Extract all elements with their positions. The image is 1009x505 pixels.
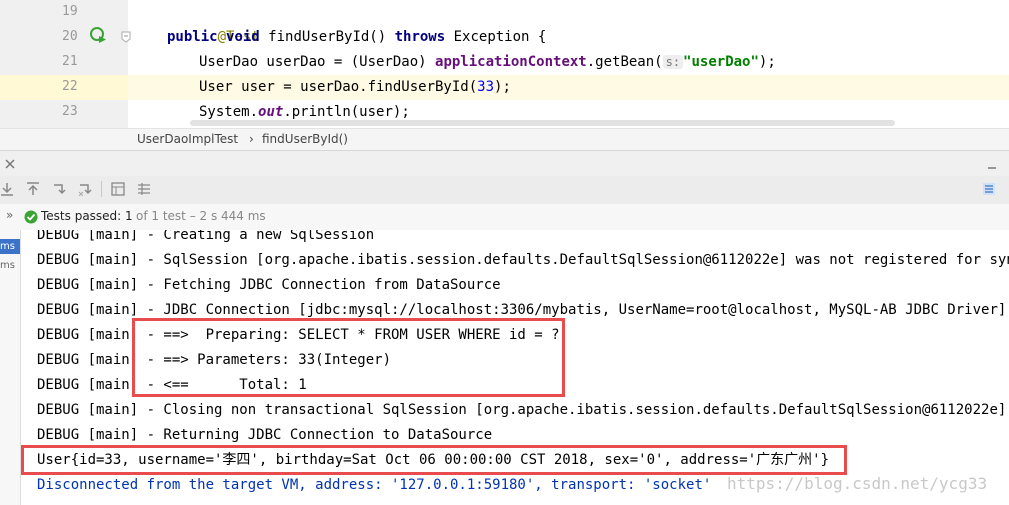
- console-line: DEBUG [main] - Fetching JDBC Connection …: [37, 277, 501, 293]
- run-test-icon[interactable]: [89, 26, 107, 44]
- minimize-icon[interactable]: [986, 158, 998, 170]
- static-field: out: [258, 104, 284, 120]
- breadcrumb-method[interactable]: findUserById(): [262, 132, 348, 146]
- tests-detail: of 1 test – 2 s 444 ms: [136, 209, 266, 223]
- console-line: DEBUG [main] - Creating a new SqlSession: [37, 230, 375, 243]
- close-icon[interactable]: [5, 159, 15, 169]
- run-toolbar: [0, 176, 1009, 205]
- line-number: 19: [62, 4, 78, 19]
- tests-passed-label: Tests passed: 1: [41, 209, 133, 223]
- string-literal: "userDao": [683, 54, 759, 70]
- code-line-22: User user = userDao.findUserById(33);: [128, 75, 1009, 100]
- code-text: System.: [199, 104, 259, 120]
- field-ref: applicationContext: [435, 54, 587, 70]
- test-tree-item[interactable]: ms: [0, 260, 15, 271]
- console-line: DEBUG [main] - SqlSession [org.apache.ib…: [37, 252, 1009, 268]
- sql-highlight-box: [132, 318, 565, 397]
- keyword: public: [167, 29, 218, 45]
- check-circle-icon: [24, 210, 38, 224]
- line-number: 22: [62, 79, 78, 94]
- code-area[interactable]: @Test public void findUserById() throws …: [128, 0, 1009, 128]
- line-number: 21: [62, 54, 78, 69]
- console-output[interactable]: DEBUG [main] - Creating a new SqlSession…: [21, 230, 1009, 505]
- result-highlight-box: [21, 445, 847, 475]
- console-disconnect-line: Disconnected from the target VM, address…: [37, 477, 712, 493]
- layout-icon[interactable]: [111, 182, 125, 196]
- code-text: );: [758, 54, 776, 70]
- breadcrumb-separator: ›: [249, 132, 254, 146]
- watermark: https://blog.csdn.net/ycg33: [727, 474, 988, 493]
- rerun-failed-icon[interactable]: [78, 182, 92, 196]
- keyword: void: [226, 29, 260, 45]
- rerun-icon[interactable]: [52, 182, 66, 196]
- editor-gutter: 19 20 21 22 23: [0, 0, 131, 128]
- sort-icon[interactable]: [137, 182, 151, 196]
- expand-chevron[interactable]: »: [6, 208, 13, 222]
- code-line-20: public void findUserById() throws Except…: [128, 25, 1009, 50]
- code-line-19: @Test: [128, 0, 1009, 45]
- keyword: throws: [394, 29, 446, 45]
- code-text: .getBean(: [586, 54, 663, 70]
- soft-wrap-icon[interactable]: [982, 182, 996, 196]
- line-number: 20: [62, 29, 78, 44]
- test-tree-item-selected[interactable]: ms: [0, 239, 20, 254]
- code-text: User user = userDao.findUserById(: [199, 79, 478, 95]
- run-panel-header: [0, 150, 1009, 177]
- horizontal-scrollbar[interactable]: [190, 120, 895, 126]
- method-name: findUserById(): [259, 29, 395, 45]
- export-down-icon[interactable]: [0, 182, 14, 196]
- code-editor[interactable]: 19 20 21 22 23 @Test public void findUse…: [0, 0, 1009, 128]
- toolbar-divider: [101, 181, 102, 197]
- test-status-bar: » Tests passed: 1 of 1 test – 2 s 444 ms: [0, 204, 1009, 231]
- code-text: Exception {: [445, 29, 547, 45]
- code-text: );: [494, 79, 511, 95]
- code-line-21: UserDao userDao = (UserDao) applicationC…: [128, 50, 1009, 75]
- number-literal: 33: [477, 79, 495, 95]
- test-tree-strip: ms ms: [0, 230, 21, 505]
- console-line: DEBUG [main] - Closing non transactional…: [37, 402, 1007, 418]
- breadcrumb-file[interactable]: UserDaoImplTest: [137, 132, 238, 146]
- import-up-icon[interactable]: [26, 182, 40, 196]
- param-hint: s:: [662, 55, 684, 69]
- code-text: UserDao userDao = (UserDao): [199, 54, 436, 70]
- line-number: 23: [62, 104, 78, 119]
- code-text: .println(user);: [283, 104, 410, 120]
- breadcrumb: UserDaoImplTest › findUserById(): [0, 128, 1009, 151]
